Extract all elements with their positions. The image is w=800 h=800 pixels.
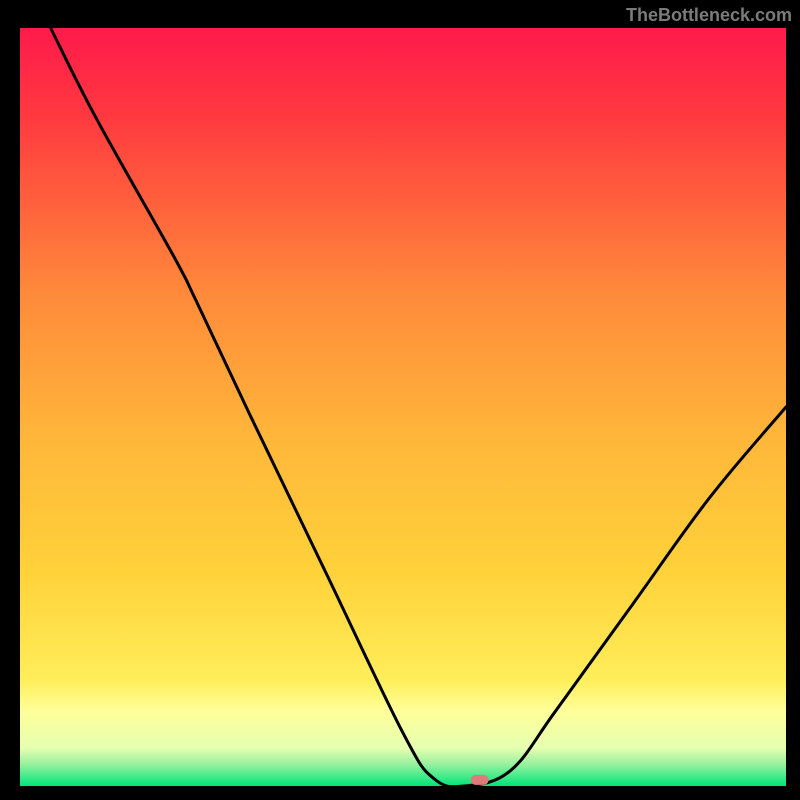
- bottleneck-chart: TheBottleneck.com: [0, 0, 800, 800]
- attribution-text: TheBottleneck.com: [626, 5, 792, 26]
- chart-svg: [0, 0, 800, 800]
